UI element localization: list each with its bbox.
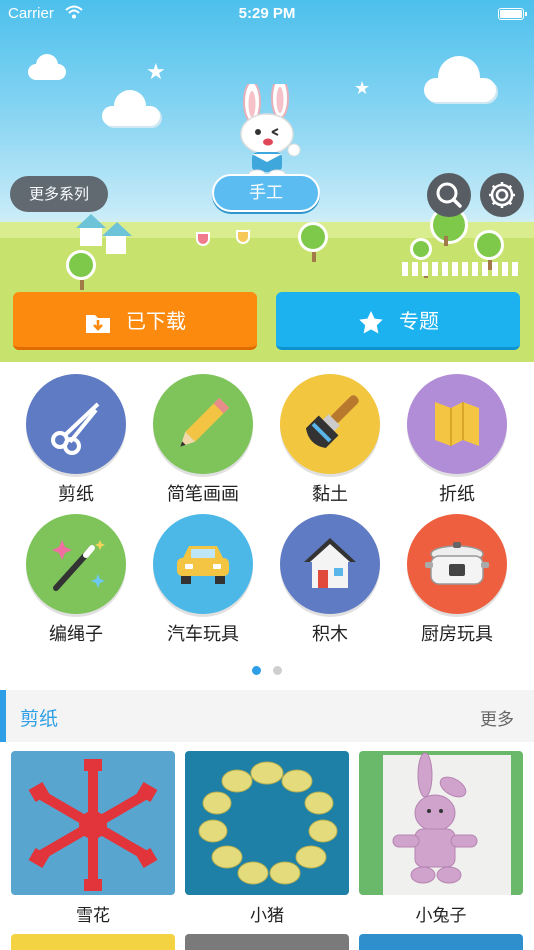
toy-car-icon [177,546,229,584]
tree-decoration [66,250,96,290]
card-caption: 小猪 [250,906,284,926]
category-label: 汽车玩具 [167,624,239,645]
cloud-decoration [102,90,160,126]
category-label: 黏土 [312,484,348,505]
current-category-badge[interactable]: 手工 [212,174,320,212]
category-label: 厨房玩具 [421,624,493,645]
paintbrush-icon [305,395,359,449]
folded-paper-icon [435,402,479,446]
category-origami[interactable]: 折纸 [403,374,511,506]
house-icon [304,538,356,588]
settings-button[interactable] [480,173,524,217]
tulip-decoration [236,230,250,244]
category-drawing[interactable]: 简笔画画 [149,374,257,506]
content-card[interactable]: 雪花 [11,751,175,926]
category-label: 简笔画画 [167,484,239,505]
downloaded-label: 已下载 [126,309,186,333]
content-card[interactable]: 小猪 [185,751,349,926]
category-blocks[interactable]: 积木 [276,514,384,646]
pig-papercut-image [198,761,338,885]
category-rope[interactable]: 编绳子 [22,514,130,646]
category-kitchen[interactable]: 厨房玩具 [403,514,511,646]
status-bar: Carrier 5:29 PM [0,0,534,28]
topics-button[interactable]: 专题 [276,292,520,350]
next-row-card-edge[interactable] [185,934,349,950]
snowflake-papercut-image [28,759,158,891]
download-folder-icon [86,314,110,333]
section-title: 剪纸 [20,708,59,730]
next-row-card-edge[interactable] [359,934,523,950]
category-label: 编绳子 [49,624,103,645]
cloud-decoration [28,54,66,80]
page-dot[interactable] [273,666,282,675]
scissors-icon [51,402,100,455]
topics-label: 专题 [399,309,439,333]
battery-icon [498,8,527,20]
category-toy-cars[interactable]: 汽车玩具 [149,514,257,646]
section-header: 剪纸 更多 [0,690,534,742]
category-scissors[interactable]: 剪纸 [22,374,130,506]
tree-decoration [298,222,328,262]
next-row-card-edge[interactable] [11,934,175,950]
star-icon [359,310,383,333]
card-caption: 雪花 [76,906,110,926]
content-card[interactable]: 小兔子 [359,751,523,926]
tree-decoration [474,230,504,270]
bunny-papercut-image [383,752,511,895]
more-link[interactable]: 更多 [480,705,514,730]
category-label: 折纸 [439,484,475,505]
star-decoration: ★ [354,78,371,99]
house-decoration [102,222,132,254]
tree-decoration [410,238,432,278]
header-banner: ★ ★ Carrier 5:29 PM 更多系列 手工 已下载 专题 [0,0,534,362]
page-dot-active[interactable] [252,666,261,675]
search-button[interactable] [427,173,471,217]
search-icon [436,182,462,208]
house-decoration [76,214,106,246]
tulip-decoration [196,232,210,246]
category-label: 积木 [312,624,348,645]
category-clay[interactable]: 黏土 [276,374,384,506]
clock: 5:29 PM [238,5,296,22]
card-caption: 小兔子 [415,906,467,926]
downloaded-button[interactable]: 已下载 [13,292,257,350]
star-decoration: ★ [146,60,166,85]
gear-icon [489,182,515,208]
rabbit-mascot-icon [240,84,301,179]
pencil-icon [180,397,230,447]
more-series-button[interactable]: 更多系列 [10,176,108,212]
fence-decoration [402,262,518,276]
magic-wand-icon [52,540,105,591]
cloud-decoration [424,56,496,102]
category-label: 剪纸 [58,484,94,505]
page-indicator[interactable] [0,660,534,679]
rice-cooker-icon [425,542,489,585]
